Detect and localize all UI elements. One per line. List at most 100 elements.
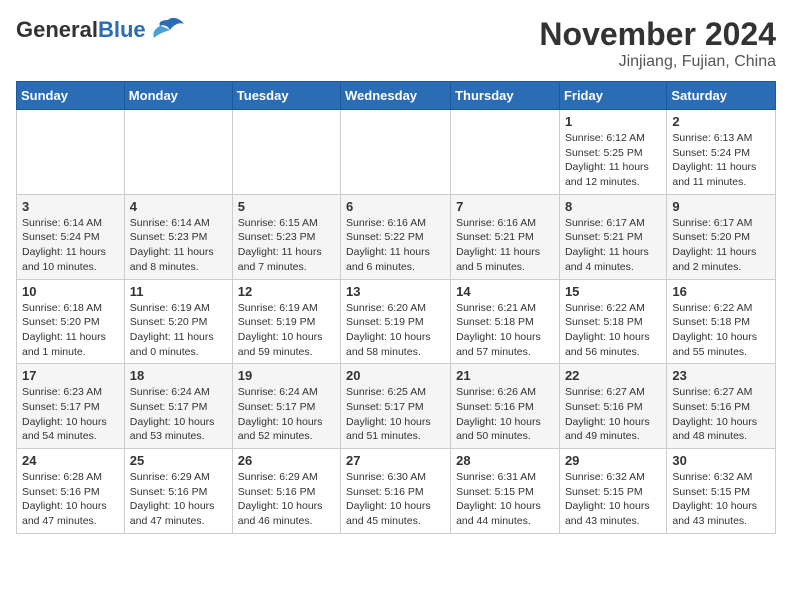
calendar-cell: 30Sunrise: 6:32 AM Sunset: 5:15 PM Dayli…	[667, 449, 776, 534]
day-info: Sunrise: 6:26 AM Sunset: 5:16 PM Dayligh…	[456, 385, 554, 444]
calendar-cell: 10 Sunrise: 6:18 AM Sunset: 5:20 PM Dayli…	[17, 279, 125, 364]
day-number: 9	[672, 199, 770, 214]
calendar-cell	[451, 110, 560, 195]
day-info: Sunrise: 6:24 AM Sunset: 5:17 PM Dayligh…	[130, 385, 227, 444]
days-of-week-row: SundayMondayTuesdayWednesdayThursdayFrid…	[17, 82, 776, 110]
calendar-cell: 14 Sunrise: 6:21 AM Sunset: 5:18 PM Dayli…	[451, 279, 560, 364]
calendar-cell: 16Sunrise: 6:22 AM Sunset: 5:18 PM Dayli…	[667, 279, 776, 364]
month-title: November 2024	[539, 16, 776, 53]
day-info: Sunrise: 6:16 AM Sunset: 5:21 PM Dayligh…	[456, 216, 554, 275]
day-number: 23	[672, 368, 770, 383]
day-of-week-tuesday: Tuesday	[232, 82, 340, 110]
calendar-cell: 8 Sunrise: 6:17 AM Sunset: 5:21 PM Daylig…	[559, 194, 666, 279]
day-info: Sunrise: 6:28 AM Sunset: 5:16 PM Dayligh…	[22, 470, 119, 529]
day-info: Sunrise: 6:30 AM Sunset: 5:16 PM Dayligh…	[346, 470, 445, 529]
day-number: 20	[346, 368, 445, 383]
day-number: 19	[238, 368, 335, 383]
location-title: Jinjiang, Fujian, China	[539, 53, 776, 71]
calendar-cell: 19 Sunrise: 6:24 AM Sunset: 5:17 PM Dayli…	[232, 364, 340, 449]
day-number: 28	[456, 453, 554, 468]
day-number: 8	[565, 199, 661, 214]
week-row-2: 3 Sunrise: 6:14 AM Sunset: 5:24 PM Daylig…	[17, 194, 776, 279]
calendar-cell: 26Sunrise: 6:29 AM Sunset: 5:16 PM Dayli…	[232, 449, 340, 534]
logo-text: GeneralBlue	[16, 17, 146, 43]
week-row-5: 24 Sunrise: 6:28 AM Sunset: 5:16 PM Dayli…	[17, 449, 776, 534]
day-of-week-thursday: Thursday	[451, 82, 560, 110]
calendar-cell: 2Sunrise: 6:13 AM Sunset: 5:24 PM Daylig…	[667, 110, 776, 195]
day-number: 18	[130, 368, 227, 383]
day-info: Sunrise: 6:24 AM Sunset: 5:17 PM Dayligh…	[238, 385, 335, 444]
day-info: Sunrise: 6:14 AM Sunset: 5:24 PM Dayligh…	[22, 216, 119, 275]
title-area: November 2024 Jinjiang, Fujian, China	[539, 16, 776, 71]
day-number: 10	[22, 284, 119, 299]
calendar-cell: 11 Sunrise: 6:19 AM Sunset: 5:20 PM Dayli…	[124, 279, 232, 364]
logo-blue: Blue	[98, 17, 146, 42]
day-info: Sunrise: 6:17 AM Sunset: 5:21 PM Dayligh…	[565, 216, 661, 275]
day-info: Sunrise: 6:14 AM Sunset: 5:23 PM Dayligh…	[130, 216, 227, 275]
day-number: 21	[456, 368, 554, 383]
calendar-cell: 28 Sunrise: 6:31 AM Sunset: 5:15 PM Dayli…	[451, 449, 560, 534]
day-info: Sunrise: 6:22 AM Sunset: 5:18 PM Dayligh…	[565, 301, 661, 360]
calendar-cell: 9 Sunrise: 6:17 AM Sunset: 5:20 PM Daylig…	[667, 194, 776, 279]
day-info: Sunrise: 6:32 AM Sunset: 5:15 PM Dayligh…	[672, 470, 770, 529]
day-info: Sunrise: 6:19 AM Sunset: 5:19 PM Dayligh…	[238, 301, 335, 360]
day-number: 12	[238, 284, 335, 299]
day-info: Sunrise: 6:31 AM Sunset: 5:15 PM Dayligh…	[456, 470, 554, 529]
calendar-cell: 25Sunrise: 6:29 AM Sunset: 5:16 PM Dayli…	[124, 449, 232, 534]
day-number: 26	[238, 453, 335, 468]
calendar-cell: 22 Sunrise: 6:27 AM Sunset: 5:16 PM Dayli…	[559, 364, 666, 449]
day-number: 24	[22, 453, 119, 468]
day-number: 29	[565, 453, 661, 468]
day-info: Sunrise: 6:27 AM Sunset: 5:16 PM Dayligh…	[565, 385, 661, 444]
day-info: Sunrise: 6:19 AM Sunset: 5:20 PM Dayligh…	[130, 301, 227, 360]
day-info: Sunrise: 6:21 AM Sunset: 5:18 PM Dayligh…	[456, 301, 554, 360]
day-of-week-saturday: Saturday	[667, 82, 776, 110]
logo-bird-icon	[150, 16, 186, 44]
calendar-cell: 4Sunrise: 6:14 AM Sunset: 5:23 PM Daylig…	[124, 194, 232, 279]
day-number: 5	[238, 199, 335, 214]
calendar-cell	[341, 110, 451, 195]
calendar-cell: 29 Sunrise: 6:32 AM Sunset: 5:15 PM Dayli…	[559, 449, 666, 534]
calendar-cell: 18 Sunrise: 6:24 AM Sunset: 5:17 PM Dayli…	[124, 364, 232, 449]
calendar-cell	[232, 110, 340, 195]
day-number: 15	[565, 284, 661, 299]
calendar-cell: 15 Sunrise: 6:22 AM Sunset: 5:18 PM Dayli…	[559, 279, 666, 364]
day-info: Sunrise: 6:17 AM Sunset: 5:20 PM Dayligh…	[672, 216, 770, 275]
day-number: 27	[346, 453, 445, 468]
day-number: 17	[22, 368, 119, 383]
calendar-cell	[17, 110, 125, 195]
day-info: Sunrise: 6:15 AM Sunset: 5:23 PM Dayligh…	[238, 216, 335, 275]
day-number: 6	[346, 199, 445, 214]
day-info: Sunrise: 6:27 AM Sunset: 5:16 PM Dayligh…	[672, 385, 770, 444]
calendar-header: SundayMondayTuesdayWednesdayThursdayFrid…	[17, 82, 776, 110]
day-info: Sunrise: 6:12 AM Sunset: 5:25 PM Dayligh…	[565, 131, 661, 190]
day-info: Sunrise: 6:16 AM Sunset: 5:22 PM Dayligh…	[346, 216, 445, 275]
week-row-1: 1Sunrise: 6:12 AM Sunset: 5:25 PM Daylig…	[17, 110, 776, 195]
calendar-cell: 21 Sunrise: 6:26 AM Sunset: 5:16 PM Dayli…	[451, 364, 560, 449]
calendar-cell: 23 Sunrise: 6:27 AM Sunset: 5:16 PM Dayli…	[667, 364, 776, 449]
day-number: 3	[22, 199, 119, 214]
day-number: 14	[456, 284, 554, 299]
calendar-cell: 1Sunrise: 6:12 AM Sunset: 5:25 PM Daylig…	[559, 110, 666, 195]
logo: GeneralBlue	[16, 16, 186, 44]
calendar-cell: 7Sunrise: 6:16 AM Sunset: 5:21 PM Daylig…	[451, 194, 560, 279]
day-info: Sunrise: 6:25 AM Sunset: 5:17 PM Dayligh…	[346, 385, 445, 444]
day-number: 11	[130, 284, 227, 299]
calendar-cell: 17 Sunrise: 6:23 AM Sunset: 5:17 PM Dayli…	[17, 364, 125, 449]
logo-general: General	[16, 17, 98, 42]
day-info: Sunrise: 6:18 AM Sunset: 5:20 PM Dayligh…	[22, 301, 119, 360]
day-of-week-monday: Monday	[124, 82, 232, 110]
header: GeneralBlue November 2024 Jinjiang, Fuji…	[16, 16, 776, 71]
calendar-cell: 12 Sunrise: 6:19 AM Sunset: 5:19 PM Dayli…	[232, 279, 340, 364]
day-number: 22	[565, 368, 661, 383]
calendar-cell: 27 Sunrise: 6:30 AM Sunset: 5:16 PM Dayli…	[341, 449, 451, 534]
calendar: SundayMondayTuesdayWednesdayThursdayFrid…	[16, 81, 776, 534]
calendar-cell: 5 Sunrise: 6:15 AM Sunset: 5:23 PM Daylig…	[232, 194, 340, 279]
day-info: Sunrise: 6:23 AM Sunset: 5:17 PM Dayligh…	[22, 385, 119, 444]
day-number: 13	[346, 284, 445, 299]
day-info: Sunrise: 6:20 AM Sunset: 5:19 PM Dayligh…	[346, 301, 445, 360]
day-number: 16	[672, 284, 770, 299]
calendar-cell: 13 Sunrise: 6:20 AM Sunset: 5:19 PM Dayli…	[341, 279, 451, 364]
day-info: Sunrise: 6:32 AM Sunset: 5:15 PM Dayligh…	[565, 470, 661, 529]
day-info: Sunrise: 6:29 AM Sunset: 5:16 PM Dayligh…	[130, 470, 227, 529]
